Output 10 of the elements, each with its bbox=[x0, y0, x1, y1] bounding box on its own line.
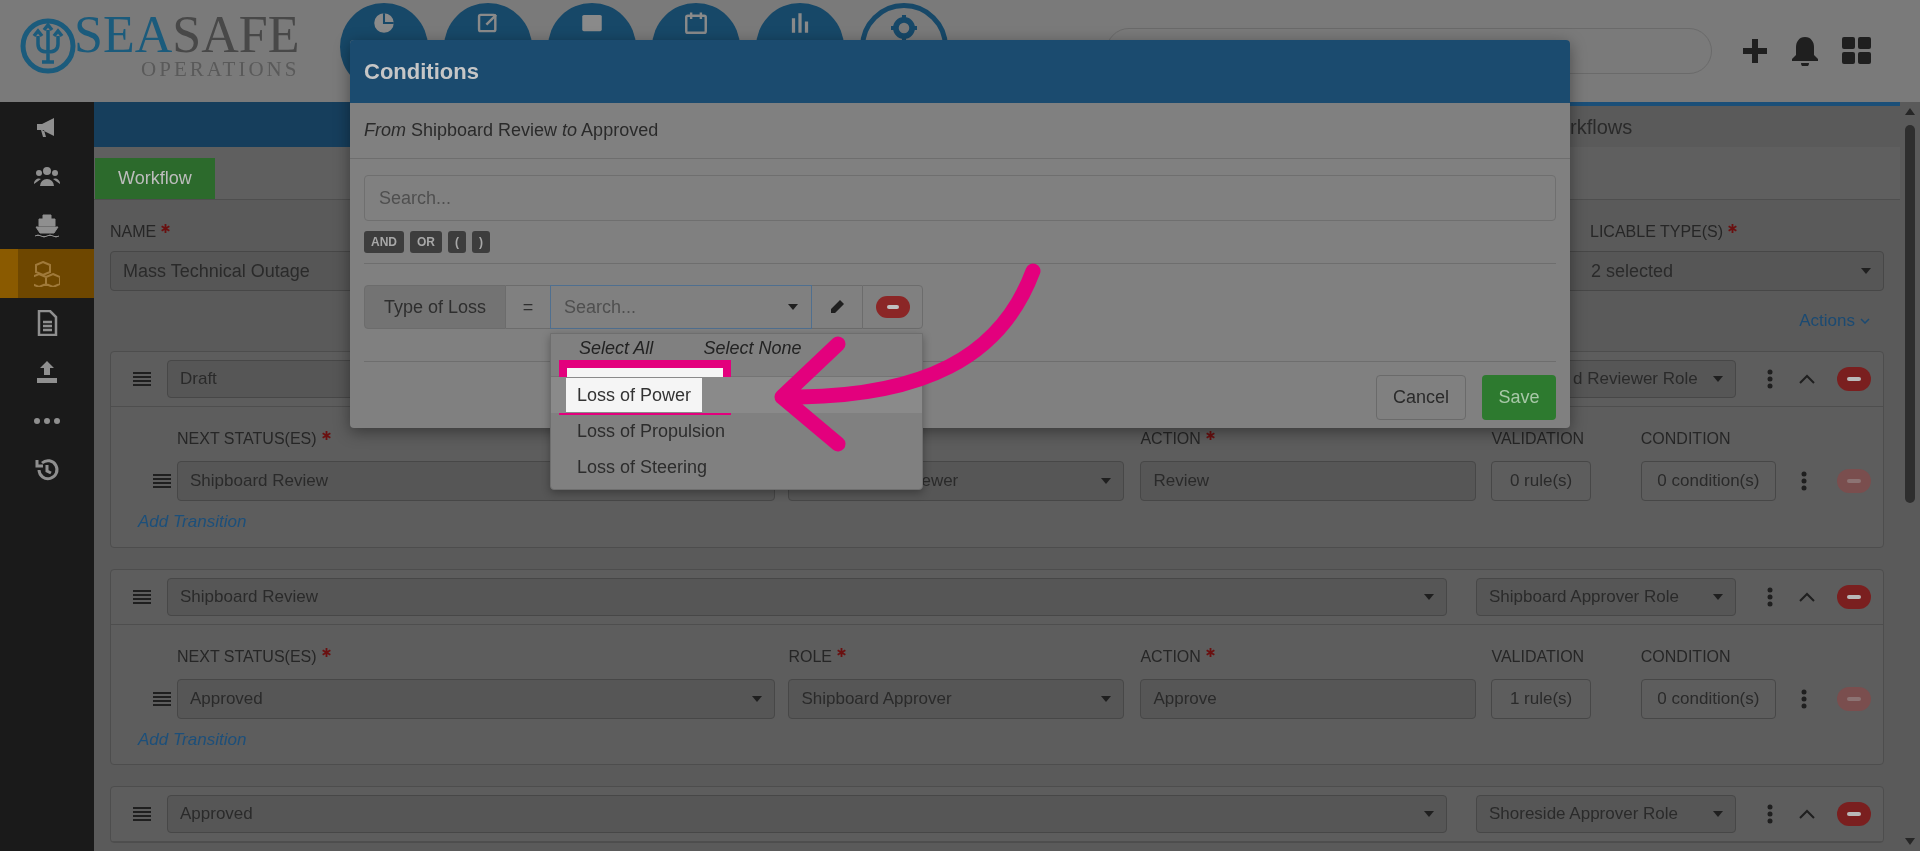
field-label: VALIDATION bbox=[1491, 646, 1585, 667]
field-label: CONDITION bbox=[1640, 429, 1731, 449]
field-label: ACTION bbox=[1140, 646, 1201, 667]
condition-operator: = bbox=[506, 285, 550, 329]
field-label: CONDITION bbox=[1640, 646, 1731, 667]
condition-field: Type of Loss bbox=[364, 285, 506, 329]
transition-description: From Shipboard Review to Approved bbox=[364, 119, 659, 142]
logo-text: SEA bbox=[74, 12, 173, 58]
field-label: ROLE bbox=[788, 646, 832, 667]
dialog-title: Conditions bbox=[364, 58, 479, 86]
